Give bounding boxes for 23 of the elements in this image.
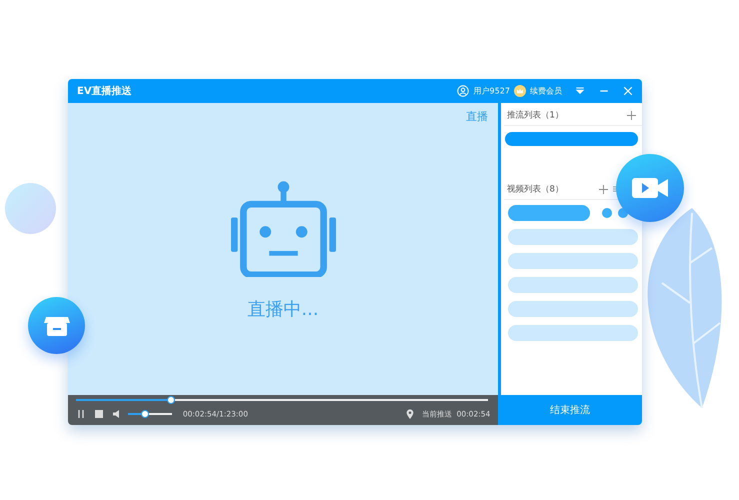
push-item[interactable]	[505, 132, 638, 146]
user-icon	[456, 85, 469, 97]
window-title: EV直播推送	[77, 84, 132, 98]
store-icon	[28, 297, 85, 354]
push-list-title: 推流列表（1）	[507, 109, 564, 121]
location-pin-icon	[405, 409, 416, 419]
user-name[interactable]: 用户9527	[473, 85, 510, 97]
vip-link[interactable]: 续费会员	[530, 85, 562, 97]
robot-icon	[230, 181, 336, 277]
live-tab[interactable]: 直播	[466, 109, 488, 124]
close-icon[interactable]	[622, 85, 634, 97]
pause-icon[interactable]	[76, 409, 86, 419]
add-icon[interactable]	[627, 110, 636, 120]
video-item[interactable]	[508, 205, 590, 221]
decorative-circle	[5, 183, 56, 234]
dot-icon[interactable]	[602, 208, 612, 218]
stop-icon[interactable]	[94, 409, 104, 419]
crown-icon	[514, 85, 526, 97]
add-icon[interactable]	[599, 184, 608, 194]
live-status: 直播中...	[247, 298, 319, 321]
video-list-title: 视频列表（8）	[507, 184, 564, 195]
end-stream-button[interactable]: 结束推流	[498, 395, 642, 425]
speaker-icon[interactable]	[112, 409, 122, 419]
